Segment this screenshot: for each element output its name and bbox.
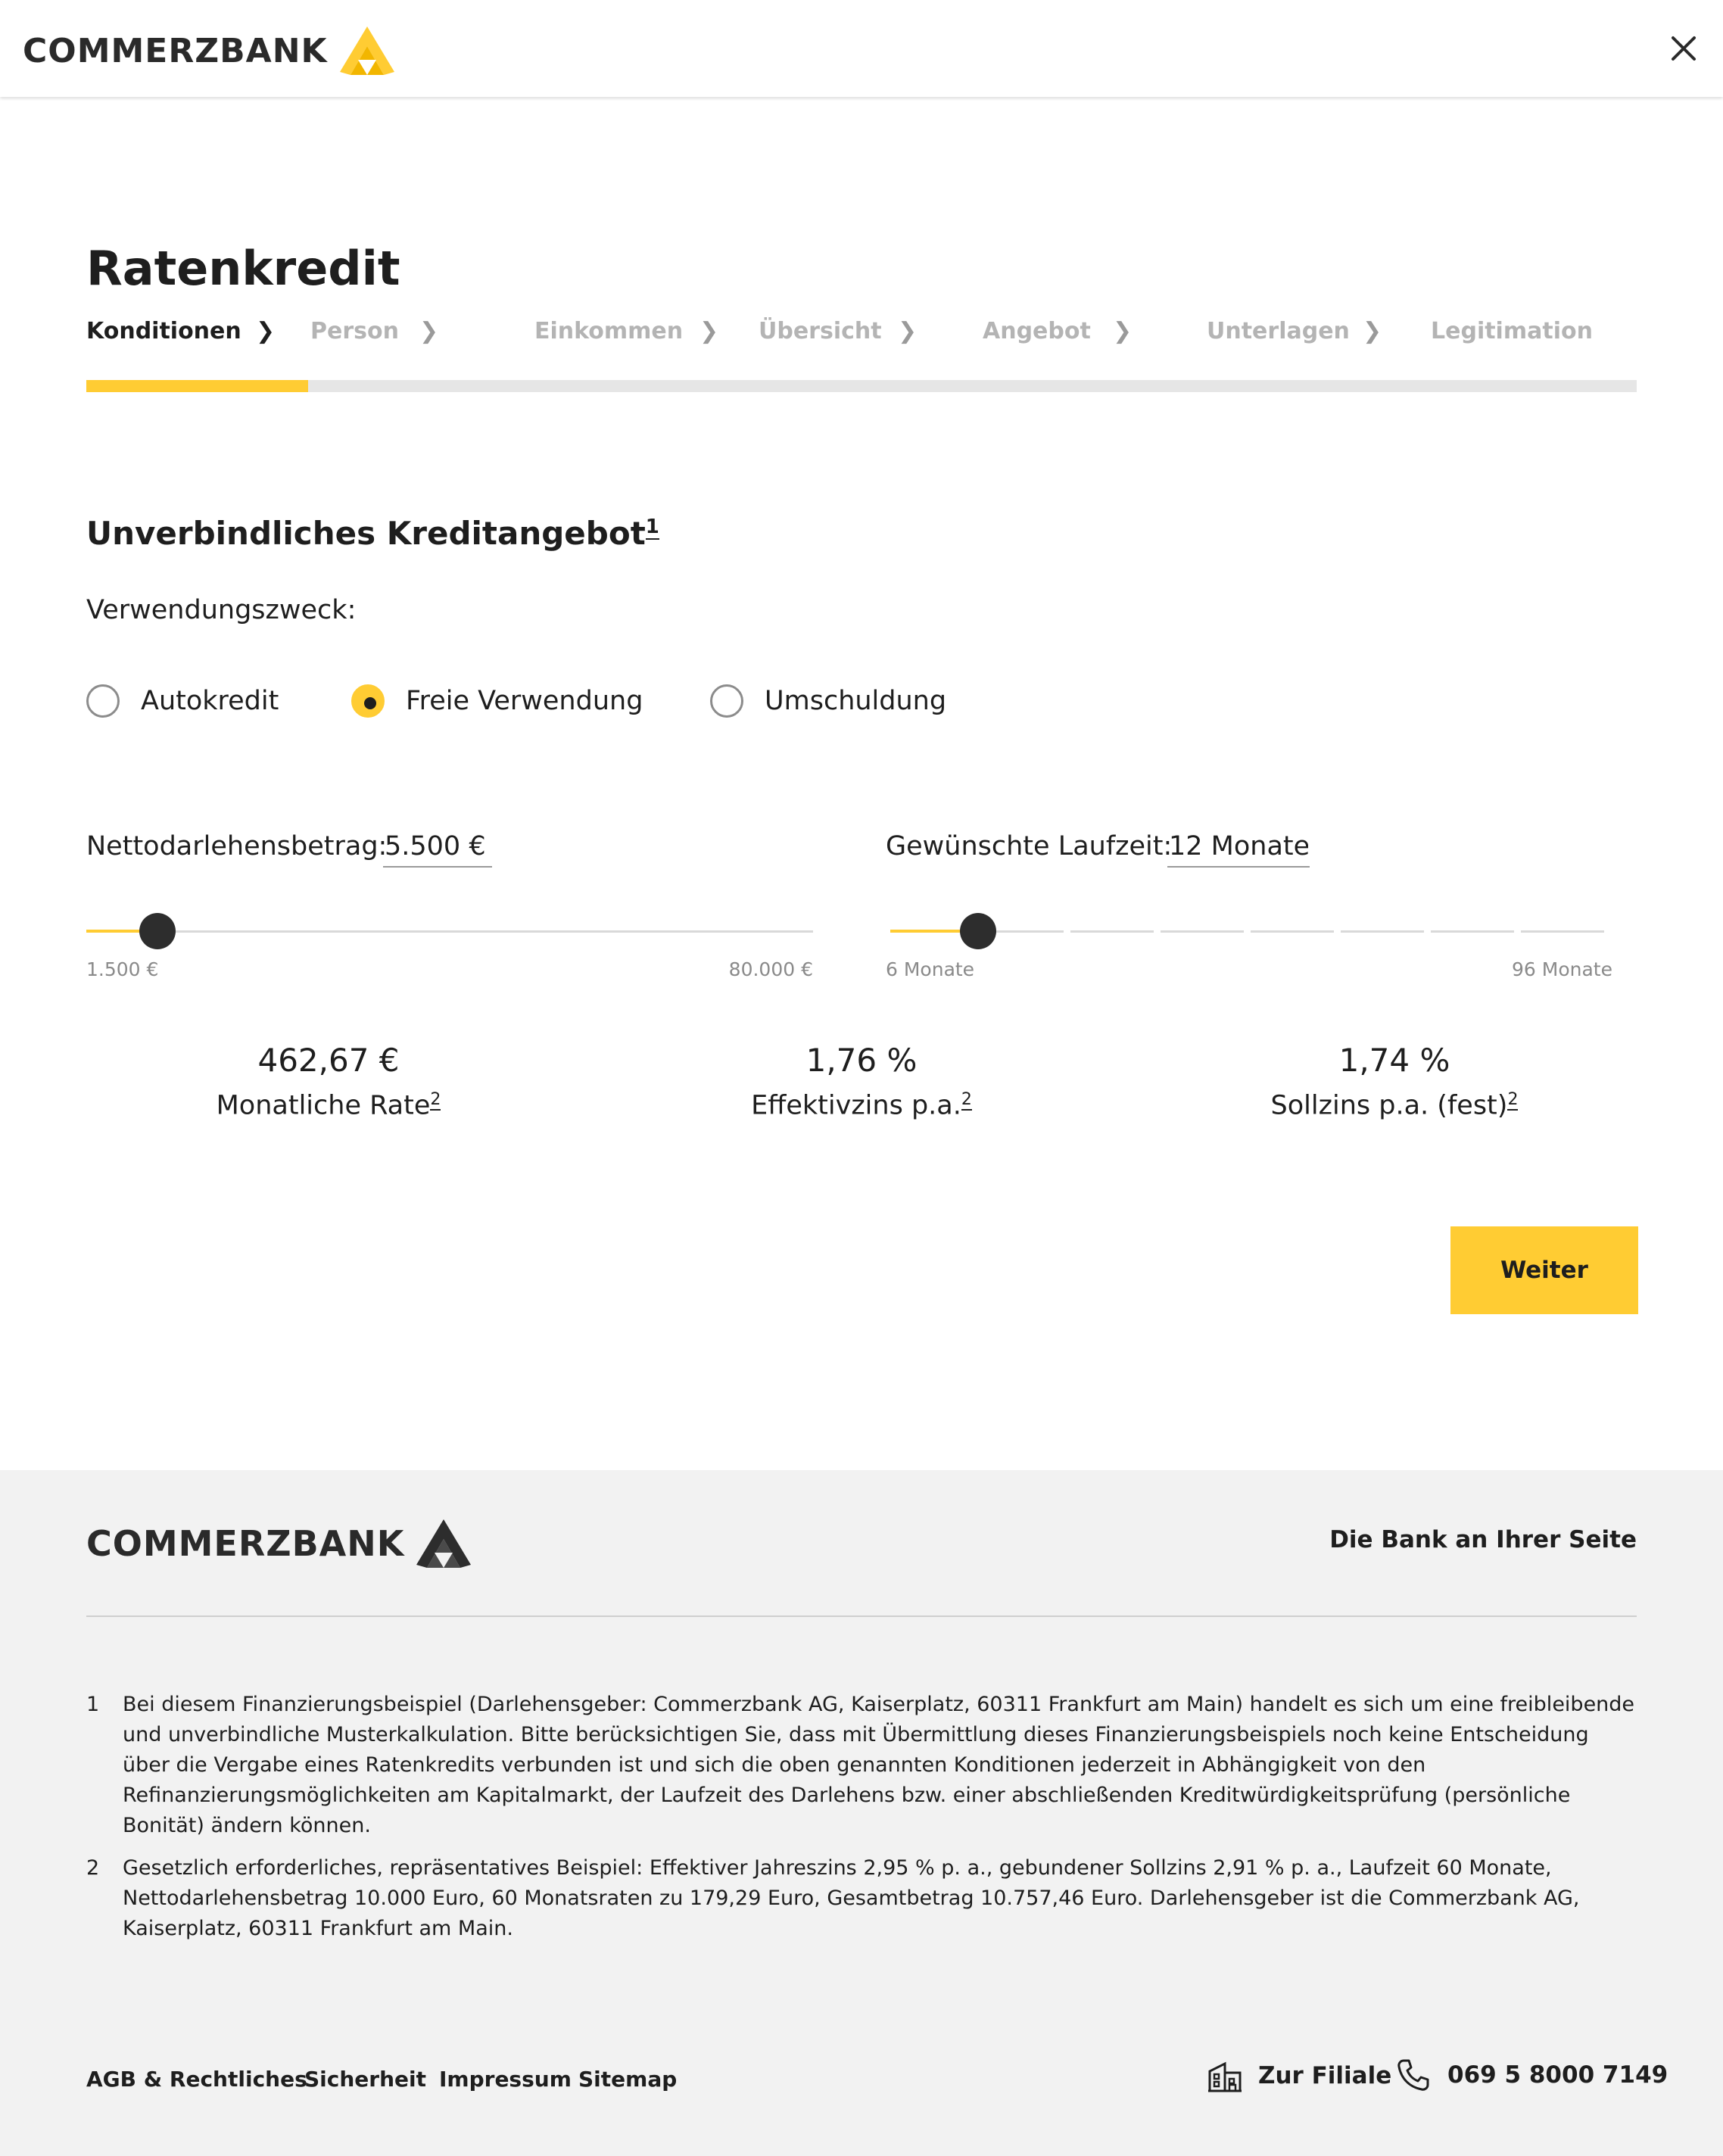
phone-link[interactable]: 069 5 8000 7149: [1396, 2058, 1668, 2092]
amount-slider-track[interactable]: [86, 930, 813, 933]
chevron-right-icon: ❯: [1363, 318, 1382, 344]
chevron-right-icon: ❯: [256, 318, 276, 344]
amount-slider-thumb[interactable]: [139, 913, 176, 949]
commerzbank-ribbon-icon: [416, 1519, 472, 1568]
footer-link-agb[interactable]: AGB & Rechtliches: [86, 2067, 307, 2092]
radio-circle[interactable]: [86, 684, 120, 718]
step-person[interactable]: Person: [310, 318, 399, 344]
footer-link-sitemap[interactable]: Sitemap: [578, 2067, 677, 2092]
commerzbank-ribbon-icon: [339, 26, 394, 75]
radio-label: Umschuldung: [765, 686, 947, 716]
purpose-label: Verwendungszweck:: [86, 595, 357, 625]
amount-label: Nettodarlehensbetrag:: [86, 831, 388, 861]
close-icon: [1672, 36, 1696, 61]
chevron-right-icon: ❯: [1113, 318, 1133, 344]
branch-link[interactable]: Zur Filiale: [1207, 2058, 1391, 2094]
term-slider-segment[interactable]: [1431, 930, 1514, 933]
footer: COMMERZBANK Die Bank an Ihrer Seite 1 Be…: [0, 1470, 1723, 2156]
progress-bar: [86, 380, 1637, 392]
branch-building-icon: [1208, 2061, 1242, 2092]
footnote-1: 1 Bei diesem Finanzierungsbeispiel (Darl…: [86, 1690, 1638, 1841]
footnote-link[interactable]: 2: [961, 1090, 972, 1111]
amount-input[interactable]: [383, 827, 492, 868]
step-uebersicht[interactable]: Übersicht: [759, 318, 882, 344]
term-label: Gewünschte Laufzeit:: [886, 831, 1173, 861]
radio-circle[interactable]: [710, 684, 743, 718]
effective-rate-label: Effektivzins p.a.2: [634, 1090, 1089, 1121]
footer-tagline: Die Bank an Ihrer Seite: [1329, 1526, 1637, 1553]
footnote-2: 2 Gesetzlich erforderliches, repräsentat…: [86, 1853, 1638, 1944]
next-button[interactable]: Weiter: [1450, 1226, 1638, 1314]
term-slider-segment[interactable]: [1251, 930, 1334, 933]
step-legitimation[interactable]: Legitimation: [1431, 318, 1593, 344]
term-slider-segment[interactable]: [1070, 930, 1154, 933]
term-max-label: 96 Monate: [1512, 958, 1612, 980]
amount-max-label: 80.000 €: [728, 958, 813, 980]
radio-freie-verwendung[interactable]: Freie Verwendung: [351, 681, 643, 721]
term-slider-segment[interactable]: [1341, 930, 1424, 933]
footer-link-sicherheit[interactable]: Sicherheit: [304, 2067, 426, 2092]
term-slider-segment[interactable]: [1521, 930, 1604, 933]
chevron-right-icon: ❯: [699, 318, 719, 344]
radio-label: Freie Verwendung: [406, 686, 643, 716]
step-einkommen[interactable]: Einkommen: [534, 318, 683, 344]
footer-divider: [86, 1615, 1637, 1617]
close-button[interactable]: [1662, 27, 1705, 70]
footer-brand-logo[interactable]: COMMERZBANK: [86, 1517, 472, 1570]
radio-circle[interactable]: [351, 684, 385, 718]
step-konditionen[interactable]: Konditionen: [86, 318, 241, 344]
footnote-number: 2: [86, 1856, 100, 1880]
monthly-rate-label-text: Monatliche Rate: [216, 1090, 431, 1121]
effective-rate-value: 1,76 %: [805, 1042, 918, 1079]
borrowing-rate-label-text: Sollzins p.a. (fest): [1270, 1090, 1508, 1121]
footnote-number: 1: [86, 1693, 100, 1716]
footer-link-impressum[interactable]: Impressum: [439, 2067, 572, 2092]
monthly-rate-label: Monatliche Rate2: [101, 1090, 556, 1121]
chevron-right-icon: ❯: [898, 318, 918, 344]
phone-number: 069 5 8000 7149: [1447, 2061, 1668, 2089]
chevron-right-icon: ❯: [419, 318, 439, 344]
phone-icon: [1397, 2059, 1429, 2091]
brand-logo[interactable]: COMMERZBANK: [23, 26, 396, 75]
term-slider-thumb[interactable]: [960, 913, 996, 949]
borrowing-rate-value: 1,74 %: [1338, 1042, 1450, 1079]
footnote-text: Gesetzlich erforderliches, repräsentativ…: [123, 1856, 1580, 1940]
step-unterlagen[interactable]: Unterlagen: [1207, 318, 1350, 344]
term-input[interactable]: [1167, 827, 1310, 868]
progress-bar-fill: [86, 380, 308, 392]
offer-title-text: Unverbindliches Kreditangebot: [86, 515, 646, 552]
top-header: COMMERZBANK: [0, 0, 1723, 97]
footer-brand-name: COMMERZBANK: [86, 1523, 405, 1564]
footnote-link[interactable]: 2: [1507, 1090, 1519, 1111]
progress-stepper: Konditionen ❯ Person ❯ Einkommen ❯ Übers…: [86, 318, 1638, 360]
footnote-link[interactable]: 2: [430, 1090, 441, 1111]
brand-name: COMMERZBANK: [23, 31, 328, 70]
radio-autokredit[interactable]: Autokredit: [86, 681, 279, 721]
footnote-link[interactable]: 1: [645, 516, 659, 540]
page-title: Ratenkredit: [86, 241, 400, 296]
monthly-rate-value: 462,67 €: [257, 1042, 400, 1079]
footnote-text: Bei diesem Finanzierungsbeispiel (Darleh…: [123, 1693, 1635, 1837]
borrowing-rate-label: Sollzins p.a. (fest)2: [1167, 1090, 1622, 1121]
offer-title: Unverbindliches Kreditangebot1: [86, 515, 659, 552]
term-slider-segment[interactable]: [1161, 930, 1244, 933]
term-min-label: 6 Monate: [886, 958, 975, 980]
step-angebot[interactable]: Angebot: [983, 318, 1091, 344]
radio-label: Autokredit: [141, 686, 279, 716]
amount-min-label: 1.500 €: [86, 958, 159, 980]
radio-umschuldung[interactable]: Umschuldung: [710, 681, 946, 721]
branch-label: Zur Filiale: [1258, 2062, 1392, 2089]
effective-rate-label-text: Effektivzins p.a.: [751, 1090, 961, 1121]
